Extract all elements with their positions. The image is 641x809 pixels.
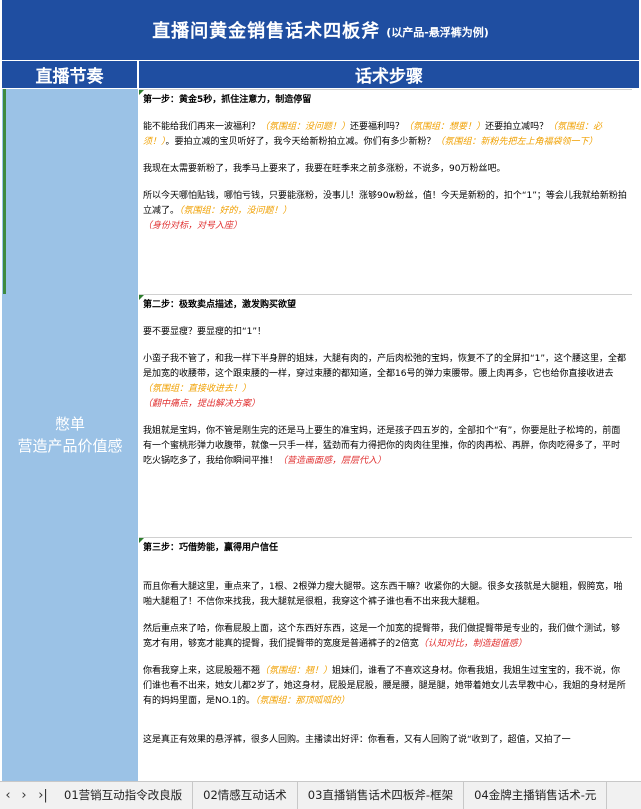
- atmosphere-cue: （氛围组：直接收进去！）: [143, 384, 252, 394]
- step-title: 第三步：巧借势能，赢得用户信任: [143, 543, 279, 553]
- step-paragraph: 能不能给我们再来一波福利？（氛围组：没问题！）还要福利吗？（氛围组：想要！）还要…: [143, 120, 628, 150]
- sheet-title: 直播间黄金销售话术四板斧: [152, 21, 381, 42]
- comment-marker-icon: [139, 295, 144, 300]
- tab-scroll-last-button[interactable]: ›|: [32, 788, 54, 803]
- sheet-tab[interactable]: 03直播销售话术四板斧-框架: [298, 782, 465, 809]
- sheet-tab[interactable]: 02情感互动话术: [193, 782, 298, 809]
- tab-scroll-prev-button[interactable]: ‹: [0, 788, 16, 803]
- script-steps-cell[interactable]: 第一步：黄金5秒，抓住注意力，制造停留 能不能给我们再来一波福利？（氛围组：没问…: [139, 89, 632, 781]
- comment-marker-icon: [139, 90, 144, 95]
- atmosphere-cue: （氛围组：那顶呱呱的）: [255, 696, 350, 706]
- step-section-3[interactable]: 第三步：巧借势能，赢得用户信任 而且你看大腿这里，重点来了，1根、2根弹力瘦大腿…: [139, 537, 632, 748]
- atmosphere-cue: （氛围组：翘！）: [260, 666, 333, 676]
- sheet-tab-bar: ‹ › ›| 01营销互动指令改良版 02情感互动话术 03直播销售话术四板斧-…: [0, 781, 641, 809]
- comment-marker-icon: [139, 538, 144, 543]
- atmosphere-cue: （氛围组：没问题！）: [260, 122, 351, 132]
- rhythm-cell[interactable]: 憋单 营造产品价值感: [2, 89, 138, 781]
- atmosphere-cue: （氛围组：好的，没问题！）: [179, 206, 292, 216]
- script-text: 你看我穿上来，这屁股翘不翘: [143, 666, 261, 676]
- step-paragraph: 你看我穿上来，这屁股翘不翘（氛围组：翘！）姐妹们，谁看了不喜欢这身材。你看我姐，…: [143, 664, 628, 709]
- atmosphere-cue: （氛围组：想要！）: [404, 122, 486, 132]
- column-header-rhythm[interactable]: 直播节奏: [2, 61, 138, 88]
- step-section-2[interactable]: 第二步：极致卖点描述，激发购买欲望 要不要显瘦？要显瘦的扣“1”！ 小蛮子我不管…: [139, 294, 632, 469]
- step-title: 第一步：黄金5秒，抓住注意力，制造停留: [143, 95, 312, 105]
- step-section-1[interactable]: 第一步：黄金5秒，抓住注意力，制造停留 能不能给我们再来一波福利？（氛围组：没问…: [139, 89, 632, 234]
- script-text: 还要拍立减吗？: [485, 122, 549, 132]
- rhythm-cell-line1: 憋单: [54, 415, 85, 433]
- script-text: 能不能给我们再来一波福利？: [143, 122, 261, 132]
- step-note: （身份对标，对号入座）: [143, 221, 243, 231]
- step-paragraph: 小蛮子我不管了，和我一样下半身胖的姐妹，大腿有肉的，产后肉松弛的宝妈，恢复不了的…: [143, 352, 628, 397]
- step-title: 第二步：极致卖点描述，激发购买欲望: [143, 300, 297, 310]
- step-paragraph: 而且你看大腿这里，重点来了，1根、2根弹力瘦大腿带。这东西干嘛？收紧你的大腿。很…: [143, 582, 623, 607]
- script-text: 。要拍立减的宝贝听好了，我今天给新粉拍立减。你们有多少新粉？: [165, 137, 436, 147]
- step-paragraph: 我姐就是宝妈，你不管是刚生完的还是马上要生的准宝妈，还是孩子四五岁的，全部扣个“…: [143, 424, 628, 469]
- step-paragraph: 我现在太需要新粉了，我季马上要来了，我要在旺季来之前多涨粉，不说多，90万粉丝吧…: [143, 164, 506, 174]
- sheet-tab[interactable]: 04金牌主播销售话术-元: [464, 782, 608, 809]
- atmosphere-cue: （营造画面感，层层代入）: [278, 456, 387, 466]
- sheet-subtitle: (以产品-悬浮裤为例): [386, 26, 489, 39]
- step-paragraph: 所以今天哪怕贴钱，哪怕亏钱，只要能涨粉，没事儿！涨够90w粉丝，值！今天是新粉的…: [143, 189, 628, 219]
- step-paragraph: 这是真正有效果的悬浮裤，很多人回购。主播读出好评：你看看，又有人回购了说“收到了…: [143, 735, 571, 745]
- step-paragraph: 然后重点来了哈，你看屁股上面，这个东西好东西，这是一个加宽的提臀带，我们做提臀带…: [143, 622, 628, 652]
- script-text: 然后重点来了哈，你看屁股上面，这个东西好东西，这是一个加宽的提臀带，我们做提臀带…: [143, 624, 621, 649]
- script-text: 小蛮子我不管了，和我一样下半身胖的姐妹，大腿有肉的，产后肉松弛的宝妈，恢复不了的…: [143, 354, 627, 379]
- step-paragraph: 要不要显瘦？要显瘦的扣“1”！: [143, 327, 267, 337]
- atmosphere-cue: （氛围组：新粉先把左上角福袋领一下）: [435, 137, 598, 147]
- atmosphere-cue: （认知对比，制造超值感）: [418, 639, 527, 649]
- step-note: （翻中痛点，提出解决方案）: [143, 399, 261, 409]
- sheet-tab[interactable]: 01营销互动指令改良版: [54, 782, 194, 809]
- column-header-steps[interactable]: 话术步骤: [139, 61, 639, 88]
- selection-indicator: [3, 89, 6, 294]
- rhythm-cell-line2: 营造产品价值感: [17, 437, 123, 455]
- sheet-title-bar: 直播间黄金销售话术四板斧 (以产品-悬浮裤为例): [2, 0, 639, 61]
- script-text: 还要福利吗？: [350, 122, 405, 132]
- tab-scroll-next-button[interactable]: ›: [16, 788, 32, 803]
